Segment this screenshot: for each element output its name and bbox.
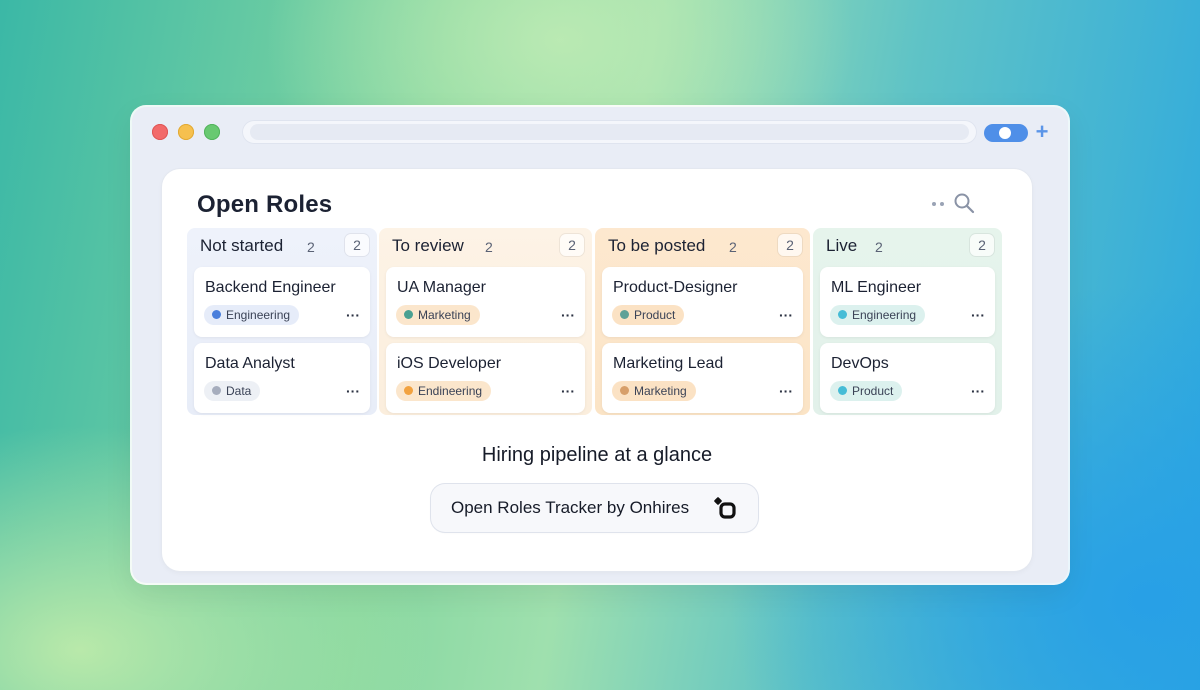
page-title: Open Roles	[197, 191, 333, 218]
role-card[interactable]: DevOps Product ···	[820, 343, 995, 413]
role-title: ML Engineer	[831, 279, 922, 296]
tag-label: Product	[852, 384, 894, 398]
more-options-icon[interactable]: ···	[346, 383, 360, 399]
column-badge: 2	[560, 234, 584, 256]
onhires-tracker-button[interactable]: Open Roles Tracker by Onhires	[431, 484, 758, 532]
kanban-board: Not started 2 2 Backend Engineer Enginee…	[187, 228, 1002, 415]
tag-label: Data	[226, 384, 252, 398]
role-tag: Engineering	[830, 305, 926, 325]
role-title: Data Analyst	[205, 355, 295, 372]
tag-dot-icon	[838, 310, 847, 319]
column-header: To be posted 2 2	[595, 228, 810, 264]
search-control[interactable]	[932, 191, 1002, 215]
tag-dot-icon	[620, 386, 629, 395]
tagline: Hiring pipeline at a glance	[481, 444, 713, 466]
maximize-window-button[interactable]	[204, 124, 220, 140]
role-tag: Endineering	[396, 381, 492, 401]
role-tag: Marketing	[396, 305, 480, 325]
view-toggle[interactable]	[984, 124, 1028, 142]
dot-icon	[940, 202, 944, 206]
role-tag: Product	[612, 305, 685, 325]
role-title: Marketing Lead	[613, 355, 724, 372]
role-tag: Marketing	[612, 381, 696, 401]
tag-label: Endineering	[418, 384, 483, 398]
tag-label: Marketing	[418, 308, 471, 322]
column-to-be-posted: To be posted 2 2 Product-Designer Produc…	[595, 228, 810, 415]
column-header: Live 2 2	[813, 228, 1002, 264]
more-options-icon[interactable]: ···	[779, 383, 793, 399]
column-to-review: To review 2 2 UA Manager Marketing ··· i…	[379, 228, 592, 415]
more-options-icon[interactable]: ···	[346, 307, 360, 323]
column-title: To be posted	[608, 236, 706, 255]
title-bar: +	[132, 107, 1068, 157]
role-title: Backend Engineer	[205, 279, 336, 296]
tag-dot-icon	[404, 386, 413, 395]
more-options-icon[interactable]: ···	[561, 307, 575, 323]
browser-window: + Open Roles Not started 2 2 Backend Eng…	[132, 107, 1068, 583]
close-window-button[interactable]	[152, 124, 168, 140]
role-title: iOS Developer	[397, 355, 502, 372]
more-options-icon[interactable]: ···	[561, 383, 575, 399]
column-header: To review 2 2	[379, 228, 592, 264]
tag-dot-icon	[212, 310, 221, 319]
tag-dot-icon	[404, 310, 413, 319]
address-bar-placeholder	[250, 124, 969, 140]
column-title: Not started	[200, 236, 284, 255]
column-badge: 2	[970, 234, 994, 256]
address-bar[interactable]	[242, 120, 977, 144]
role-tag: Product	[830, 381, 903, 401]
role-title: UA Manager	[397, 279, 486, 296]
column-count: 2	[875, 239, 883, 255]
tag-label: Engineering	[226, 308, 291, 322]
tag-dot-icon	[620, 310, 629, 319]
column-count: 2	[729, 239, 737, 255]
role-card[interactable]: Product-Designer Product ···	[602, 267, 803, 337]
column-header: Not started 2 2	[187, 228, 377, 264]
dot-icon	[932, 202, 936, 206]
open-roles-panel: Open Roles Not started 2 2 Backend Engin…	[162, 169, 1032, 571]
more-options-icon[interactable]: ···	[779, 307, 793, 323]
tag-label: Engineering	[852, 308, 917, 322]
role-title: DevOps	[831, 355, 889, 372]
tag-label: Product	[634, 308, 676, 322]
role-card[interactable]: iOS Developer Endineering ···	[386, 343, 585, 413]
role-card[interactable]: Marketing Lead Marketing ···	[602, 343, 803, 413]
more-options-icon[interactable]: ···	[971, 383, 985, 399]
role-title: Product-Designer	[613, 279, 738, 296]
column-count: 2	[485, 239, 493, 255]
column-not-started: Not started 2 2 Backend Engineer Enginee…	[187, 228, 377, 415]
column-title: Live	[826, 236, 858, 255]
new-tab-plus-icon[interactable]: +	[1032, 120, 1052, 144]
column-badge: 2	[345, 234, 369, 256]
role-card[interactable]: ML Engineer Engineering ···	[820, 267, 995, 337]
role-card[interactable]: UA Manager Marketing ···	[386, 267, 585, 337]
column-count: 2	[307, 239, 315, 255]
onhires-logo-icon	[714, 497, 736, 519]
minimize-window-button[interactable]	[178, 124, 194, 140]
role-tag: Data	[204, 381, 261, 401]
tag-dot-icon	[838, 386, 847, 395]
column-title: To review	[392, 236, 464, 255]
tag-dot-icon	[212, 386, 221, 395]
column-badge: 2	[778, 234, 802, 256]
column-live: Live 2 2 ML Engineer Engineering ··· Dev…	[813, 228, 1002, 415]
cta-label: Open Roles Tracker by Onhires	[451, 498, 690, 517]
toggle-knob	[999, 127, 1011, 139]
role-card[interactable]: Data Analyst Data ···	[194, 343, 370, 413]
more-options-icon[interactable]: ···	[971, 307, 985, 323]
role-card[interactable]: Backend Engineer Engineering ···	[194, 267, 370, 337]
search-icon[interactable]	[952, 191, 976, 215]
role-tag: Engineering	[204, 305, 300, 325]
tag-label: Marketing	[634, 384, 687, 398]
